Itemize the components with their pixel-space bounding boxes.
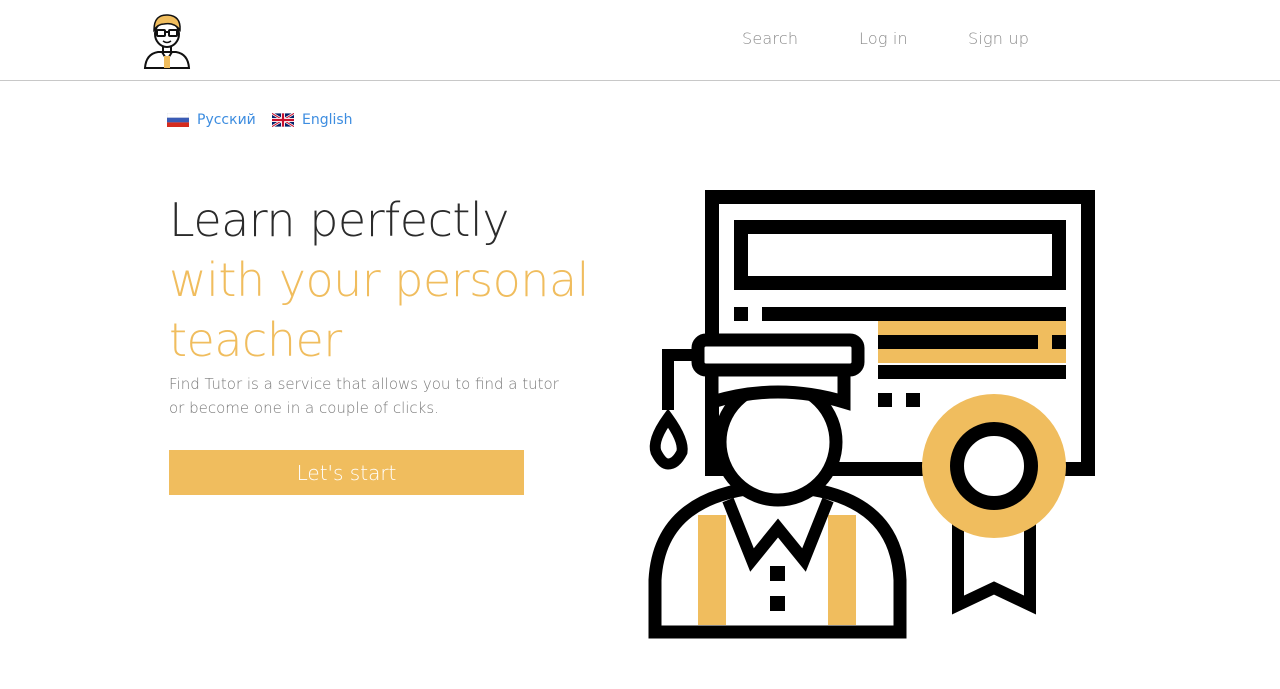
language-english[interactable]: English	[272, 110, 353, 130]
lets-start-button[interactable]: Let's start	[169, 450, 524, 495]
graduate-certificate-icon	[648, 190, 1095, 639]
nav-signup-link[interactable]: Sign up	[968, 29, 1029, 48]
nav-search-link[interactable]: Search	[742, 29, 798, 48]
site-header: Search Log in Sign up	[0, 0, 1280, 81]
russia-flag-icon	[167, 113, 189, 127]
language-russian[interactable]: Русский	[167, 110, 256, 130]
hero-line-2: with your personal	[169, 253, 589, 307]
tutor-logo-icon[interactable]	[140, 10, 194, 70]
nav-login-link[interactable]: Log in	[859, 29, 908, 48]
language-russian-label: Русский	[197, 112, 256, 128]
language-english-label: English	[302, 112, 353, 128]
hero-line-1: Learn perfectly	[169, 193, 509, 247]
hero-headline: Learn perfectly with your personal teach…	[169, 190, 589, 370]
hero-line-3: teacher	[169, 313, 342, 367]
uk-flag-icon	[272, 113, 294, 127]
hero-description: Find Tutor is a service that allows you …	[169, 375, 559, 417]
